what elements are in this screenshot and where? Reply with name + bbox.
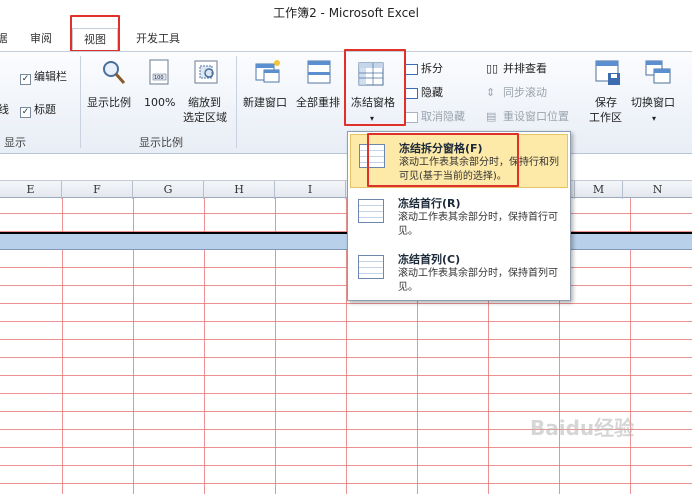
reset-position-button[interactable]: 重设窗口位置	[503, 110, 569, 124]
sync-scroll-icon: ⇕	[486, 86, 496, 99]
group-show-label: 显示	[4, 136, 26, 149]
menu-item-title: 冻结首列(C)	[398, 253, 461, 266]
side-by-side-icon: ▯▯	[486, 62, 499, 75]
frozen-row-highlight[interactable]	[0, 232, 692, 250]
zoom-selection-line1[interactable]: 缩放到	[188, 96, 221, 110]
headings-checkbox[interactable]: ✓ 标题	[20, 103, 56, 118]
column-header-g[interactable]: G	[133, 181, 204, 199]
column-header-n[interactable]: N	[623, 181, 692, 199]
arrange-all-icon	[305, 58, 333, 86]
group-zoom-label: 显示比例	[139, 136, 183, 149]
save-workspace-line1[interactable]: 保存	[595, 96, 617, 110]
edit-bar-checkbox[interactable]: ✓ 编辑栏	[20, 70, 67, 85]
group-separator	[80, 56, 81, 148]
chevron-down-icon: ▾	[652, 114, 657, 123]
checkbox-checked-icon: ✓	[20, 107, 31, 118]
side-by-side-button[interactable]: 并排查看	[503, 62, 547, 76]
menu-item-freeze-first-column[interactable]: 冻结首列(C) 滚动工作表其余部分时，保持首列可见。	[350, 246, 568, 300]
column-header-i[interactable]: I	[275, 181, 346, 199]
reset-position-icon: ▤	[486, 110, 497, 123]
split-button[interactable]: 拆分	[421, 62, 443, 76]
gridlines-label: 线	[0, 103, 9, 116]
tab-review[interactable]: 审阅	[22, 28, 60, 52]
hide-icon	[405, 88, 418, 99]
menu-item-freeze-top-row[interactable]: 冻结首行(R) 滚动工作表其余部分时，保持首行可见。	[350, 190, 568, 244]
arrange-all-button[interactable]: 全部重排	[296, 96, 340, 110]
tab-developer[interactable]: 开发工具	[128, 28, 188, 52]
zoom-selection-icon	[192, 58, 220, 86]
switch-window-button[interactable]: 切换窗口	[631, 96, 675, 110]
watermark: Baidu经验	[530, 416, 635, 440]
highlight-freeze-panes	[344, 49, 406, 126]
split-icon	[405, 64, 418, 75]
zoom-button[interactable]: 显示比例	[87, 96, 131, 110]
new-window-icon	[254, 58, 282, 86]
checkbox-checked-icon: ✓	[20, 74, 31, 85]
edit-bar-label: 编辑栏	[34, 70, 67, 83]
menu-item-desc: 滚动工作表其余部分时，保持首行可见。	[398, 212, 558, 237]
highlight-freeze-panes-item	[367, 133, 519, 187]
zoom-100-icon: 100	[146, 58, 174, 86]
tab-data[interactable]: 据	[0, 28, 12, 52]
column-header-bar: E F G H I M N	[0, 180, 692, 199]
zoom-selection-line2[interactable]: 选定区域	[183, 111, 227, 125]
save-workspace-line2[interactable]: 工作区	[589, 111, 622, 125]
excel-window: 工作簿2 - Microsoft Excel 据 审阅 视图 开发工具 ✓ 编辑栏…	[0, 0, 692, 494]
group-separator	[236, 56, 237, 148]
sync-scroll-button[interactable]: 同步滚动	[503, 86, 547, 100]
zoom-100-button[interactable]: 100%	[144, 96, 175, 110]
highlight-view-tab	[70, 15, 120, 52]
save-workspace-icon	[594, 58, 622, 86]
freeze-first-column-icon	[358, 255, 384, 279]
headings-label: 标题	[34, 103, 56, 116]
hide-button[interactable]: 隐藏	[421, 86, 443, 100]
unhide-icon	[405, 112, 418, 123]
switch-window-icon	[644, 58, 672, 86]
new-window-button[interactable]: 新建窗口	[243, 96, 287, 110]
unhide-button[interactable]: 取消隐藏	[421, 110, 465, 124]
freeze-top-row-icon	[358, 199, 384, 223]
column-header-m[interactable]: M	[575, 181, 623, 199]
column-header-h[interactable]: H	[204, 181, 275, 199]
menu-item-title: 冻结首行(R)	[398, 197, 461, 210]
zoom-icon	[100, 58, 128, 86]
svg-text:100: 100	[154, 75, 164, 81]
menu-item-desc: 滚动工作表其余部分时，保持首列可见。	[398, 268, 558, 293]
column-header-e[interactable]: E	[0, 181, 62, 199]
column-header-f[interactable]: F	[62, 181, 133, 199]
